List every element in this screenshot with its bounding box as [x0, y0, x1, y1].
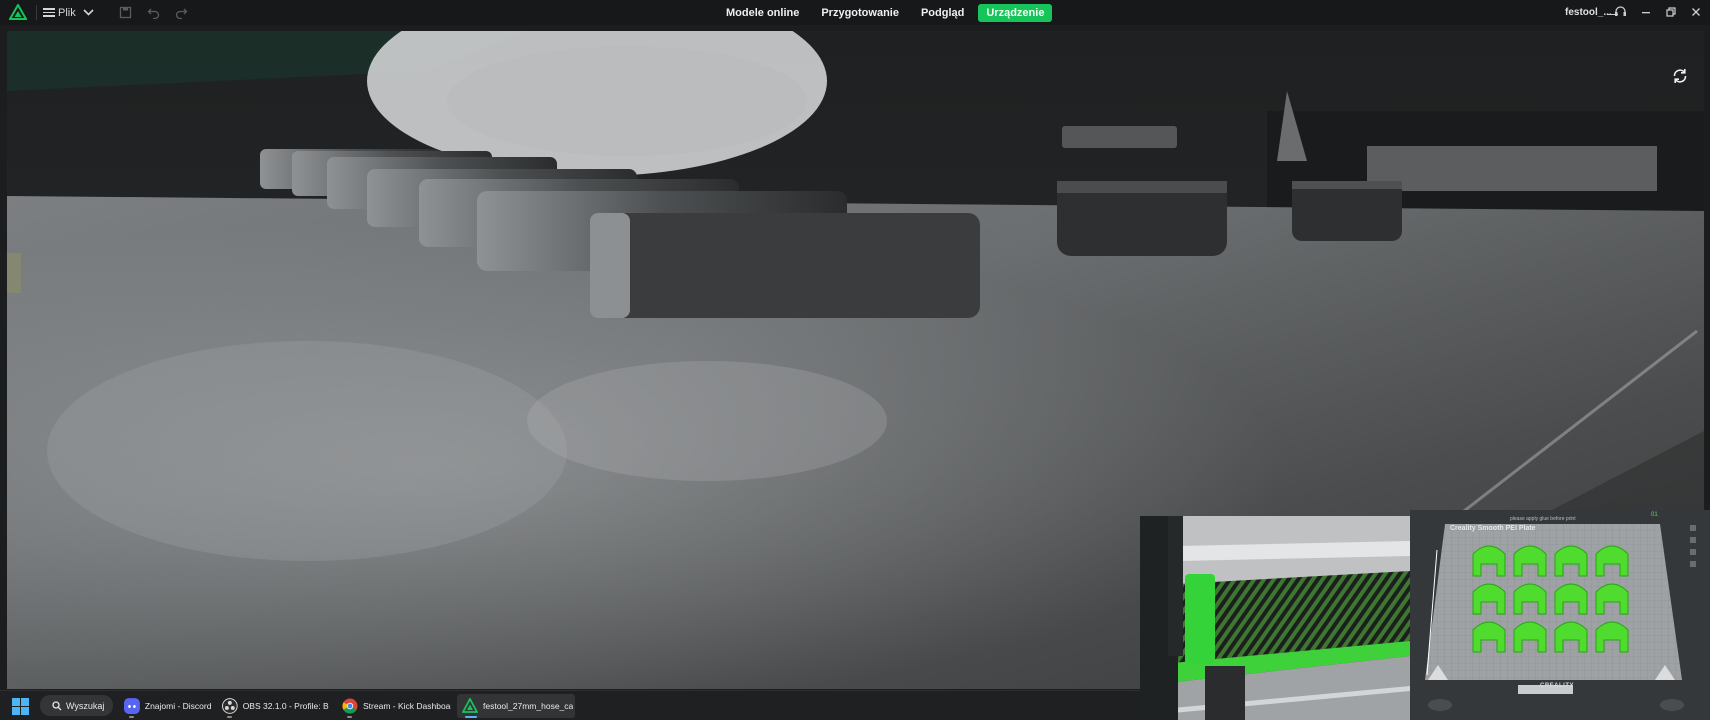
printer-name[interactable]: festool_... — [1565, 7, 1612, 18]
taskbar-running-indicator — [347, 716, 352, 718]
taskbar-active-indicator — [465, 716, 477, 718]
taskbar-item-label: Stream - Kick Dashboar — [363, 701, 451, 711]
taskbar-item-obs[interactable]: OBS 32.1.0 - Profile: Bez — [217, 694, 329, 718]
file-menu-label: Plik — [58, 6, 76, 19]
creality-print-logo — [9, 4, 27, 20]
window-controls — [1614, 4, 1702, 19]
slicer-bed-brand: CREALITY — [1540, 683, 1574, 689]
tab-preview[interactable]: Podgląd — [913, 4, 972, 22]
chrome-icon — [342, 698, 358, 714]
taskbar-item-label: Znajomi - Discord — [144, 701, 211, 711]
obs-icon — [222, 698, 238, 714]
search-icon — [52, 700, 62, 710]
search-label: Wyszukaj — [66, 700, 105, 711]
tab-device[interactable]: Urządzenie — [978, 3, 1053, 22]
taskbar-item-chrome[interactable]: Stream - Kick Dashboar — [337, 694, 451, 718]
chevron-down-icon[interactable] — [82, 6, 95, 18]
close-button[interactable] — [1689, 4, 1702, 19]
taskbar-item-label: festool_27mm_hose_cab — [483, 701, 573, 711]
hamburger-icon — [43, 8, 55, 17]
windows-taskbar: Wyszukaj Znajomi - Discord OBS 32.1.0 - … — [0, 690, 1140, 720]
taskbar-item-creality-print[interactable]: festool_27mm_hose_cab — [457, 694, 575, 718]
refresh-icon[interactable] — [1671, 67, 1689, 85]
undo-icon[interactable] — [147, 6, 160, 19]
minimize-button[interactable] — [1639, 4, 1652, 19]
slicer-warning-text: please apply glue before print — [1510, 516, 1576, 522]
slicer-plate-number: 01 — [1651, 512, 1658, 518]
restore-button[interactable] — [1664, 4, 1677, 19]
tab-prepare[interactable]: Przygotowanie — [813, 4, 907, 22]
headset-icon[interactable] — [1614, 4, 1627, 19]
redo-icon[interactable] — [175, 6, 188, 19]
slicer-plate-name: Creality Smooth PEI Plate — [1450, 525, 1536, 532]
taskbar-running-indicator — [227, 716, 232, 718]
tab-online-models[interactable]: Modele online — [718, 4, 807, 22]
hose-clip-photo — [1140, 516, 1410, 720]
menu-divider — [36, 5, 37, 20]
taskbar-item-label: OBS 32.1.0 - Profile: Bez — [242, 701, 329, 711]
creality-print-icon — [462, 698, 478, 713]
taskbar-item-discord[interactable]: Znajomi - Discord — [119, 694, 211, 718]
discord-icon — [124, 698, 140, 714]
windows-start-icon[interactable] — [12, 698, 29, 715]
taskbar-search-button[interactable]: Wyszukaj — [40, 695, 113, 716]
main-nav-tabs: Modele online Przygotowanie Podgląd Urzą… — [718, 2, 1058, 23]
webcam-overlay-photo — [1140, 516, 1410, 720]
slicer-preview-overlay: please apply glue before print 01 Creali… — [1410, 510, 1710, 720]
taskbar-running-indicator — [129, 716, 134, 718]
save-icon[interactable] — [119, 6, 132, 19]
app-titlebar: Plik Modele online Przygotowanie Podgląd… — [0, 0, 1710, 25]
file-menu-button[interactable]: Plik — [43, 4, 76, 21]
